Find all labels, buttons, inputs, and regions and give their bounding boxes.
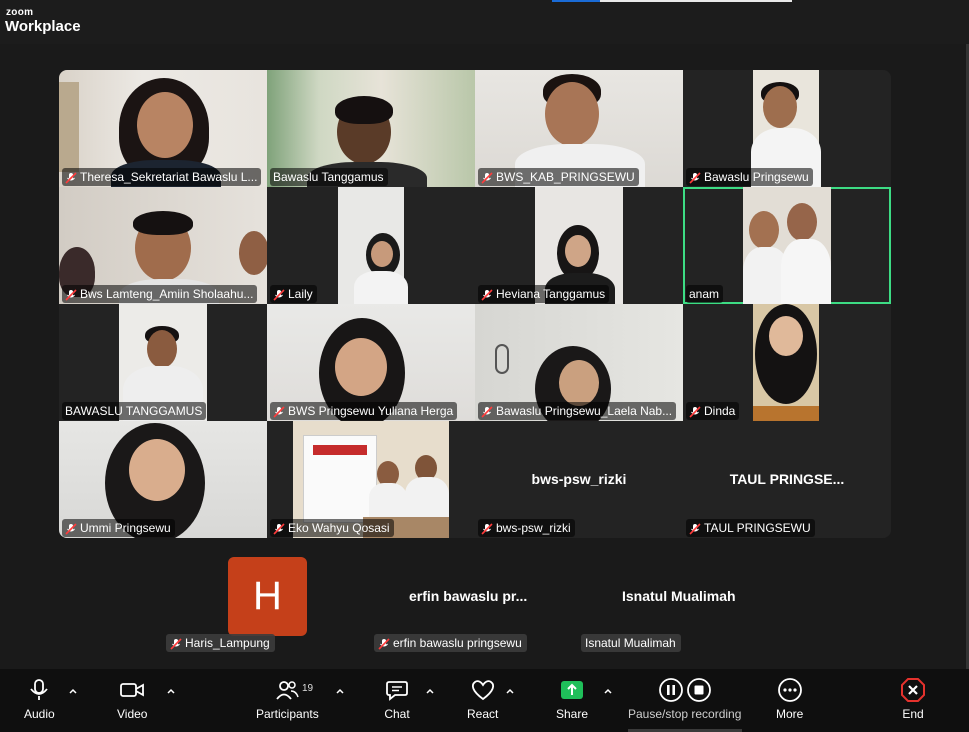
participant-name-label: Haris_Lampung — [166, 634, 275, 652]
share-options-chevron-up-icon[interactable] — [603, 683, 613, 694]
heart-icon — [470, 677, 496, 703]
participant-video — [743, 187, 831, 304]
video-tile[interactable]: BWS Pringsewu Yuliana Herga — [267, 304, 475, 421]
mic-muted-icon — [273, 288, 285, 301]
mic-muted-icon — [65, 171, 77, 184]
video-tile[interactable]: Ummi Pringsewu — [59, 421, 267, 538]
recording-button[interactable]: Pause/stop recording — [628, 677, 741, 727]
participant-name-label: BAWASLU TANGGAMUS — [62, 402, 207, 420]
meeting-toolbar: Audio Video Participants 19 Chat React S… — [0, 669, 969, 732]
mic-muted-icon — [481, 405, 493, 418]
participant-name-label: Dinda — [686, 402, 740, 420]
mic-muted-icon — [170, 637, 182, 650]
participant-avatar[interactable]: H — [228, 557, 307, 636]
mic-muted-icon — [689, 522, 701, 535]
mic-muted-icon — [481, 171, 493, 184]
video-tile[interactable]: Dinda — [683, 304, 891, 421]
chat-button[interactable]: Chat — [384, 677, 410, 727]
mic-muted-icon — [273, 522, 285, 535]
participant-name-label: anam — [686, 285, 724, 303]
participant-center-name: Isnatul Mualimah — [622, 588, 736, 604]
video-tile-active-speaker[interactable]: anam — [683, 187, 891, 304]
participant-name-label: Bawaslu Tanggamus — [270, 168, 388, 186]
mic-muted-icon — [65, 522, 77, 535]
title-bar: zoom Workplace — [0, 0, 969, 44]
participants-count: 19 — [302, 683, 314, 694]
mic-muted-icon — [273, 405, 285, 418]
participants-icon — [274, 677, 300, 703]
participant-name-label: Bawaslu Pringsewu — [686, 168, 813, 186]
audio-button[interactable]: Audio — [24, 677, 55, 727]
mic-muted-icon — [481, 522, 493, 535]
chat-bubble-icon — [384, 677, 410, 703]
end-button[interactable]: End — [900, 677, 926, 727]
video-tile[interactable]: Laily — [267, 187, 475, 304]
video-tile[interactable]: BWS_KAB_PRINGSEWU — [475, 70, 683, 187]
participant-name-label: BWS_KAB_PRINGSEWU — [478, 168, 639, 186]
more-dots-icon — [777, 677, 803, 703]
mic-muted-icon — [481, 288, 493, 301]
zoom-logo-small: zoom — [6, 7, 34, 18]
participant-center-name: bws-psw_rizki — [531, 471, 627, 487]
video-tile[interactable]: BAWASLU TANGGAMUS — [59, 304, 267, 421]
share-screen-icon — [559, 677, 585, 703]
mic-muted-icon — [378, 637, 390, 650]
participant-name-label: Theresa_Sekretariat Bawaslu L... — [62, 168, 262, 186]
top-indicator-bar — [600, 0, 792, 2]
gallery-grid: Theresa_Sekretariat Bawaslu L... Bawaslu… — [59, 70, 891, 538]
mic-muted-icon — [689, 171, 701, 184]
video-tile[interactable]: Bawaslu Pringsewu_Laela Nab... — [475, 304, 683, 421]
video-tile-no-video[interactable]: bws-psw_rizki bws-psw_rizki — [475, 421, 683, 538]
react-button[interactable]: React — [467, 677, 498, 727]
video-button[interactable]: Video — [117, 677, 147, 727]
share-button[interactable]: Share — [556, 677, 588, 727]
participant-center-name: TAUL PRINGSE... — [729, 471, 845, 487]
participant-name-label: BWS Pringsewu Yuliana Herga — [270, 402, 458, 420]
audio-options-chevron-up-icon[interactable] — [68, 683, 78, 694]
video-tile[interactable]: Eko Wahyu Qosasi — [267, 421, 475, 538]
participant-name-label: erfin bawaslu pringsewu — [374, 634, 527, 652]
chat-options-chevron-up-icon[interactable] — [425, 683, 435, 694]
video-tile[interactable]: Bws Lamteng_Amiin Sholaahu... — [59, 187, 267, 304]
video-tile[interactable]: Theresa_Sekretariat Bawaslu L... — [59, 70, 267, 187]
zoom-logo-workplace: Workplace — [5, 18, 81, 35]
participant-name-label: Bws Lamteng_Amiin Sholaahu... — [62, 285, 258, 303]
participant-name-label: Bawaslu Pringsewu_Laela Nab... — [478, 402, 677, 420]
mic-muted-icon — [65, 288, 77, 301]
react-options-chevron-up-icon[interactable] — [505, 683, 515, 694]
video-tile[interactable]: Bawaslu Tanggamus — [267, 70, 475, 187]
participant-name-label: bws-psw_rizki — [478, 519, 575, 537]
participant-center-name: erfin bawaslu pr... — [409, 588, 528, 604]
end-meeting-icon — [900, 677, 926, 703]
video-tile[interactable]: Heviana Tanggamus — [475, 187, 683, 304]
participant-name-label: Isnatul Mualimah — [581, 634, 681, 652]
top-indicator-blue — [552, 0, 600, 2]
participant-video — [753, 304, 819, 421]
video-options-chevron-up-icon[interactable] — [166, 683, 176, 694]
participant-name-label: Heviana Tanggamus — [478, 285, 610, 303]
more-button[interactable]: More — [776, 677, 803, 727]
participant-name-label: TAUL PRINGSEWU — [686, 519, 815, 537]
participant-video — [338, 187, 408, 304]
video-tile[interactable]: Bawaslu Pringsewu — [683, 70, 891, 187]
video-tile-no-video[interactable]: TAUL PRINGSE... TAUL PRINGSEWU — [683, 421, 891, 538]
participant-name-label: Laily — [270, 285, 317, 303]
microphone-icon — [26, 677, 52, 703]
participants-options-chevron-up-icon[interactable] — [335, 683, 345, 694]
video-camera-icon — [119, 677, 145, 703]
mic-muted-icon — [689, 405, 701, 418]
participant-name-label: Eko Wahyu Qosasi — [270, 519, 394, 537]
participant-name-label: Ummi Pringsewu — [62, 519, 175, 537]
recording-controls-icon — [657, 677, 713, 703]
